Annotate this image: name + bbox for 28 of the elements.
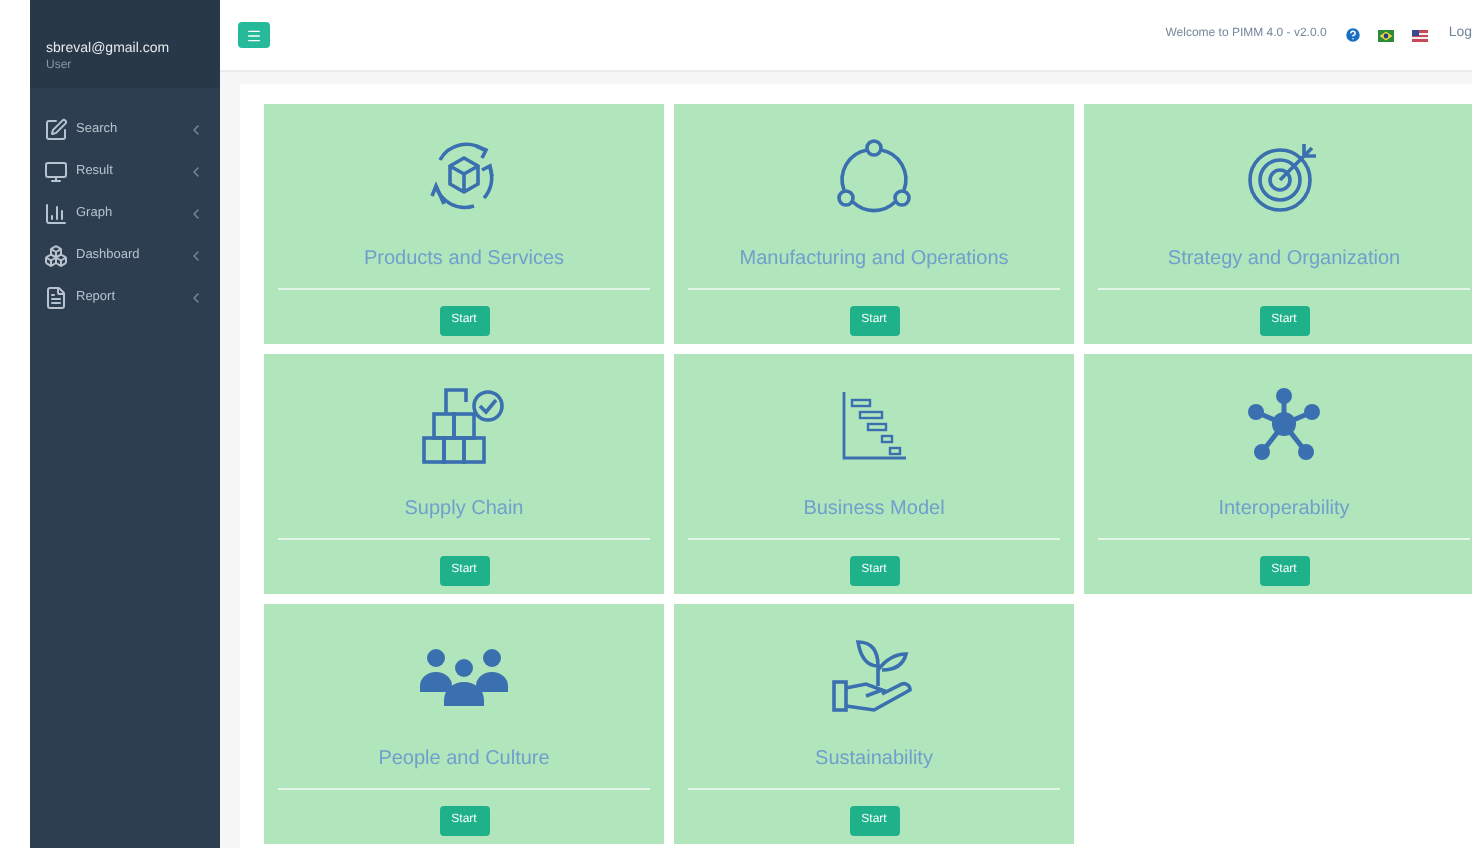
menu-toggle-button[interactable] [238,22,270,48]
plant-hand-icon [830,634,918,718]
help-icon[interactable] [1344,26,1363,44]
boxes-check-icon [420,386,508,466]
cubes-icon [44,243,68,267]
card-title: Business Model [803,498,945,522]
chevron-left-icon [188,205,204,221]
file-icon [44,285,68,309]
edit-icon [44,117,68,141]
bar-chart-icon [44,201,68,225]
us-flag-icon[interactable] [1412,29,1429,41]
chevron-left-icon [188,121,204,137]
chevron-left-icon [188,289,204,305]
card-title: Products and Services [363,248,565,272]
cycle-nodes-icon [834,136,914,216]
card-title: People and Culture [378,748,550,772]
network-icon [1244,386,1324,466]
card-title: Interoperability [1218,498,1350,522]
menu-icon [246,27,262,43]
brazil-flag-icon[interactable] [1378,29,1395,41]
chevron-left-icon [188,163,204,179]
card-title: Sustainability [815,748,933,772]
card-title: Manufacturing and Operations [739,248,1009,272]
card-title: Strategy and Organization [1167,248,1401,272]
card-title: Supply Chain [404,498,524,522]
chevron-left-icon [188,247,204,263]
monitor-icon [44,159,68,183]
people-group-icon [420,646,508,706]
